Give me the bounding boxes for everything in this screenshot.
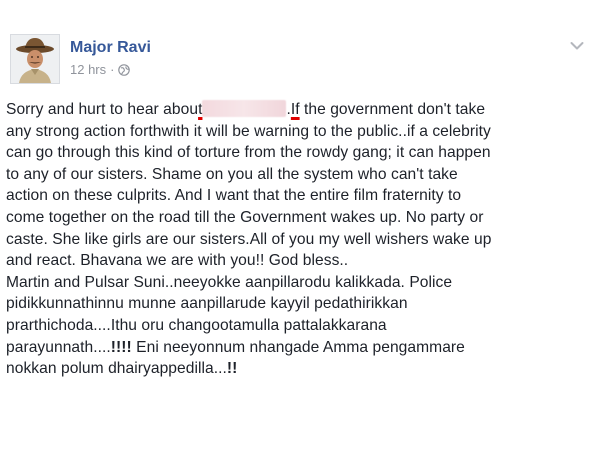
author-name[interactable]: Major Ravi bbox=[70, 38, 151, 58]
post-line-12: parayunnath....!!!! Eni neeyonnum nhanga… bbox=[6, 338, 465, 356]
post-header: Major Ravi 12 hrs · bbox=[10, 34, 151, 84]
avatar[interactable] bbox=[10, 34, 60, 84]
facebook-post: Major Ravi 12 hrs · Sorry and hurt to he… bbox=[0, 0, 600, 450]
post-line-1: Sorry and hurt to hear about .If the gove… bbox=[6, 100, 486, 118]
meta-separator: · bbox=[110, 62, 115, 77]
post-line-7: caste. She like girls are our sisters.Al… bbox=[6, 230, 492, 248]
globe-icon[interactable] bbox=[118, 63, 131, 76]
post-line-9: Martin and Pulsar Suni..neeyokke aanpill… bbox=[6, 273, 453, 291]
chevron-down-icon[interactable] bbox=[570, 38, 584, 50]
underlined-word: If bbox=[290, 101, 300, 118]
post-line-8: and react. Bhavana we are with you!! God… bbox=[6, 252, 349, 270]
timestamp[interactable]: 12 hrs bbox=[70, 62, 106, 77]
post-meta: Major Ravi 12 hrs · bbox=[70, 38, 151, 77]
redacted-name bbox=[202, 100, 287, 117]
post-line-11: prarthichoda....Ithu oru changootamulla … bbox=[6, 316, 387, 334]
post-line-5: action on these culprits. And I want tha… bbox=[6, 187, 462, 205]
post-line-10: pidikkunnathinnu munne aanpillarude kayy… bbox=[6, 295, 408, 313]
avatar-image bbox=[11, 35, 59, 83]
post-line-6: come together on the road till the Gover… bbox=[6, 208, 484, 226]
post-line-2: any strong action forthwith it will be w… bbox=[6, 122, 491, 140]
post-line-4: to any of our sisters. Shame on you all … bbox=[6, 165, 458, 183]
post-line-13: nokkan polum dhairyappedilla...!! bbox=[6, 360, 238, 378]
post-text: Sorry and hurt to hear about .If the gove… bbox=[6, 99, 594, 380]
post-line-3: can go through this kind of torture from… bbox=[6, 144, 491, 162]
timestamp-row: 12 hrs · bbox=[70, 62, 151, 77]
